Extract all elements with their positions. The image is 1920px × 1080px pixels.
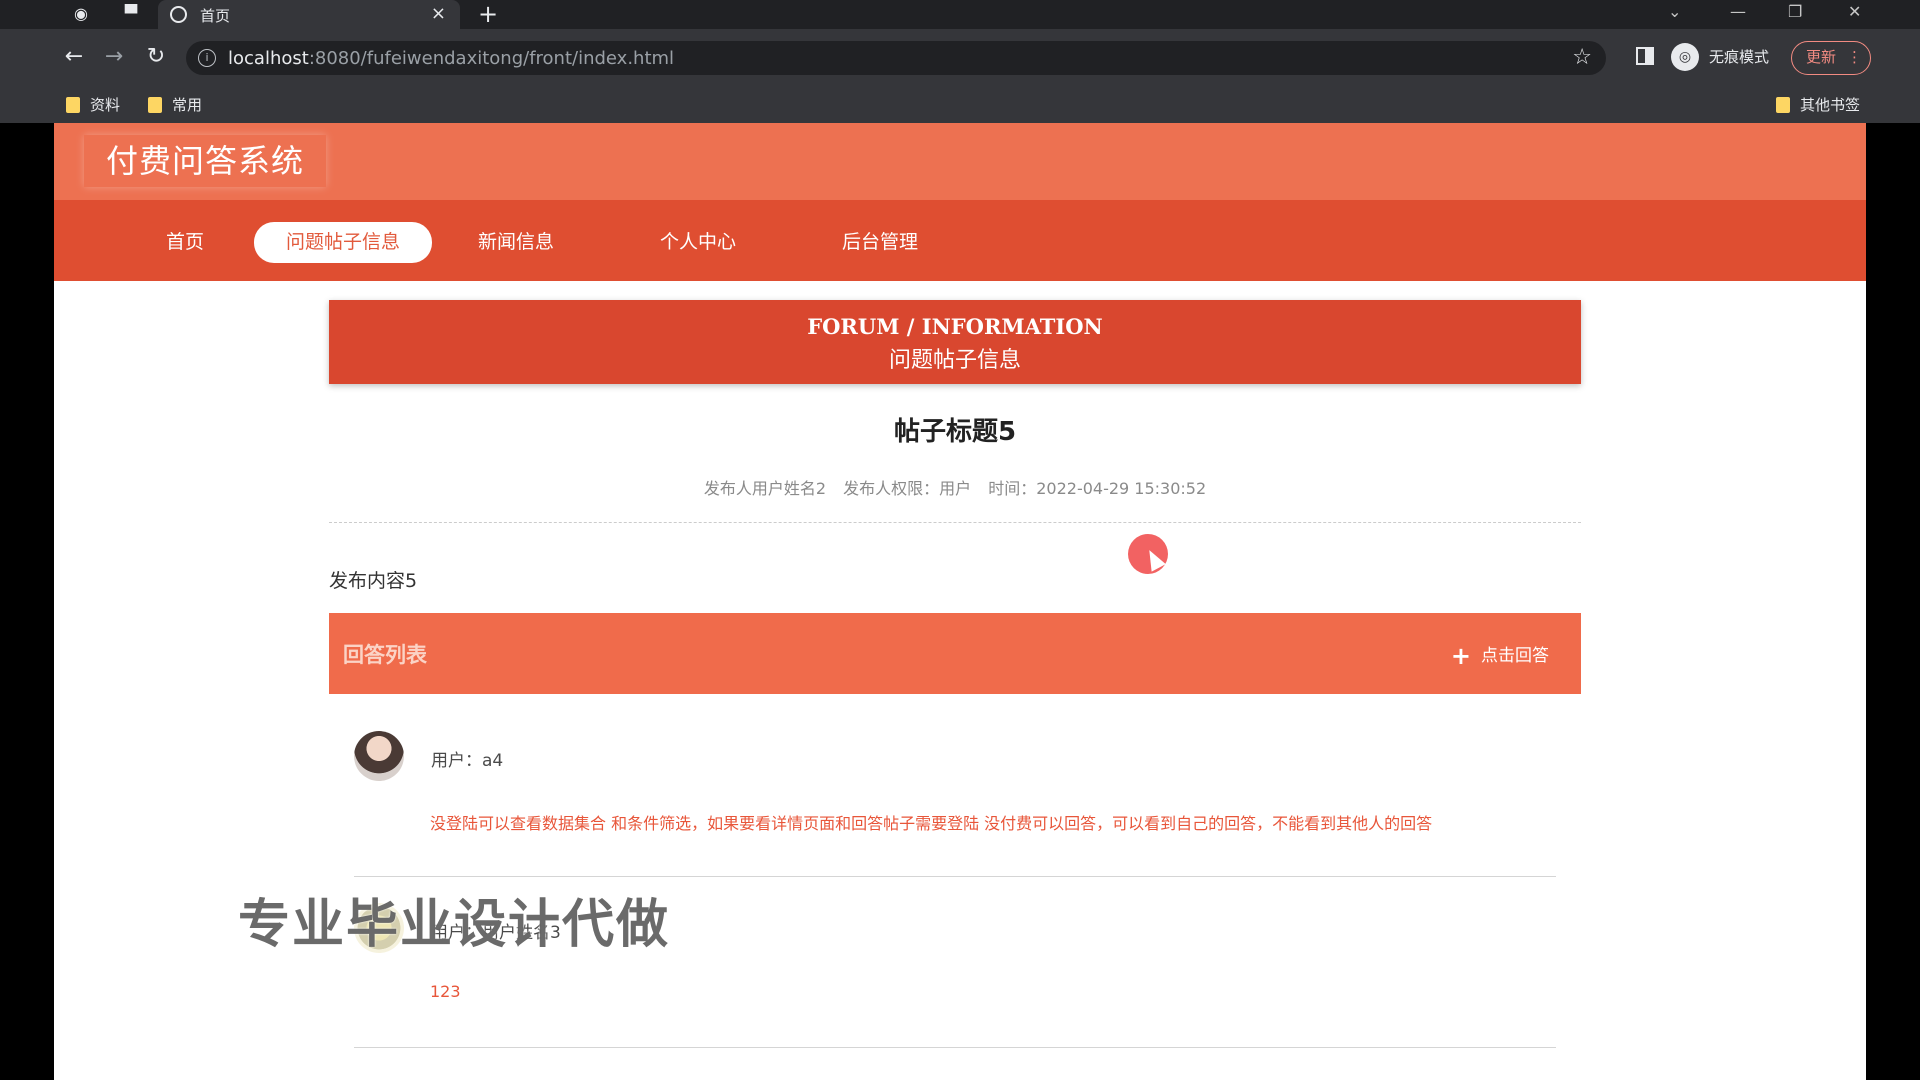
- window-close-icon[interactable]: ✕: [1848, 0, 1861, 24]
- close-icon[interactable]: ×: [431, 3, 446, 24]
- new-tab-plus-icon[interactable]: +: [478, 0, 498, 28]
- bookmark-folder-ziliao[interactable]: 资料: [66, 87, 120, 123]
- folder-icon: [148, 97, 162, 113]
- answer-divider: [354, 876, 1556, 877]
- answers-list-title: 回答列表: [343, 643, 427, 667]
- plus-icon: +: [1450, 642, 1471, 670]
- back-arrow-icon[interactable]: ←: [60, 44, 88, 70]
- post-role: 发布人权限：用户: [843, 479, 972, 498]
- update-button[interactable]: 更新 ⋮: [1791, 41, 1871, 75]
- globe-icon: [170, 6, 187, 23]
- banner-english-title: FORUM / INFORMATION: [807, 314, 1103, 339]
- browser-toolbar: ← → ↻ i localhost:8080/fufeiwendaxitong/…: [0, 29, 1920, 87]
- site-navbar: 首页 问题帖子信息 新闻信息 个人中心 后台管理: [54, 200, 1866, 281]
- answer-item: 用户：a4 没登陆可以查看数据集合 和条件筛选，如果要看详情页面和回答帖子需要登…: [354, 731, 1556, 901]
- bookmark-folder-changyong[interactable]: 常用: [148, 87, 202, 123]
- post-meta: 发布人用户姓名2 发布人权限：用户 时间：2022-04-29 15:30:52: [329, 475, 1581, 499]
- answer-text: 没登陆可以查看数据集合 和条件筛选，如果要看详情页面和回答帖子需要登陆 没付费可…: [430, 814, 1433, 833]
- menu-kebab-icon[interactable]: ⋮: [1847, 42, 1862, 73]
- avatar: [354, 731, 404, 781]
- reload-icon[interactable]: ↻: [142, 44, 170, 70]
- bookmarks-bar: 资料 常用 其他书签: [0, 87, 1920, 123]
- nav-home[interactable]: 首页: [136, 222, 234, 263]
- incognito-label: 无痕模式: [1709, 48, 1770, 66]
- bookmark-folder-other[interactable]: 其他书签: [1776, 87, 1860, 123]
- tab-search-icon[interactable]: ▀: [120, 3, 142, 25]
- incognito-icon[interactable]: ◎: [1671, 43, 1699, 71]
- banner-chinese-title: 问题帖子信息: [888, 348, 1021, 373]
- answer-divider: [354, 1047, 1556, 1048]
- folder-icon: [66, 97, 80, 113]
- minimize-icon[interactable]: —: [1730, 0, 1746, 24]
- watermark-overlay: 专业毕业设计代做: [238, 895, 671, 955]
- nav-admin[interactable]: 后台管理: [816, 222, 944, 263]
- post-title: 帖子标题5: [893, 417, 1017, 447]
- restore-icon[interactable]: ❐: [1788, 0, 1802, 24]
- answer-text: 123: [430, 982, 461, 1001]
- post-author: 发布人用户姓名2: [703, 479, 827, 498]
- url-text: localhost:8080/fufeiwendaxitong/front/in…: [228, 48, 675, 69]
- nav-news[interactable]: 新闻信息: [452, 222, 580, 263]
- section-banner: FORUM / INFORMATION 问题帖子信息: [329, 300, 1581, 384]
- nav-question-posts[interactable]: 问题帖子信息: [254, 222, 432, 263]
- site-info-icon[interactable]: i: [198, 49, 216, 67]
- bookmark-star-icon[interactable]: ☆: [1572, 45, 1592, 70]
- site-header: 付费问答系统: [54, 123, 1866, 200]
- forward-arrow-icon[interactable]: →: [100, 44, 128, 70]
- tab-list-chevron-icon[interactable]: ⌄: [1668, 0, 1681, 24]
- tab-title: 首页: [200, 7, 231, 25]
- answers-header-bar: 回答列表 + 点击回答: [329, 613, 1581, 694]
- folder-icon: [1776, 97, 1790, 113]
- chrome-globe-icon[interactable]: ◉: [70, 3, 92, 25]
- add-answer-button[interactable]: + 点击回答: [1451, 641, 1549, 670]
- nav-personal-center[interactable]: 个人中心: [634, 222, 762, 263]
- site-logo[interactable]: 付费问答系统: [84, 135, 326, 187]
- answer-user: 用户：a4: [431, 751, 504, 771]
- browser-tab-strip: ◉ ▀ 首页 × + ⌄ — ❐ ✕: [0, 0, 1920, 29]
- side-panel-icon[interactable]: [1636, 47, 1654, 65]
- post-divider: [329, 522, 1581, 523]
- browser-tab-home[interactable]: 首页 ×: [158, 0, 460, 29]
- post-time: 时间：2022-04-29 15:30:52: [988, 479, 1207, 498]
- address-bar[interactable]: i localhost:8080/fufeiwendaxitong/front/…: [186, 41, 1606, 75]
- post-content: 发布内容5: [329, 570, 418, 592]
